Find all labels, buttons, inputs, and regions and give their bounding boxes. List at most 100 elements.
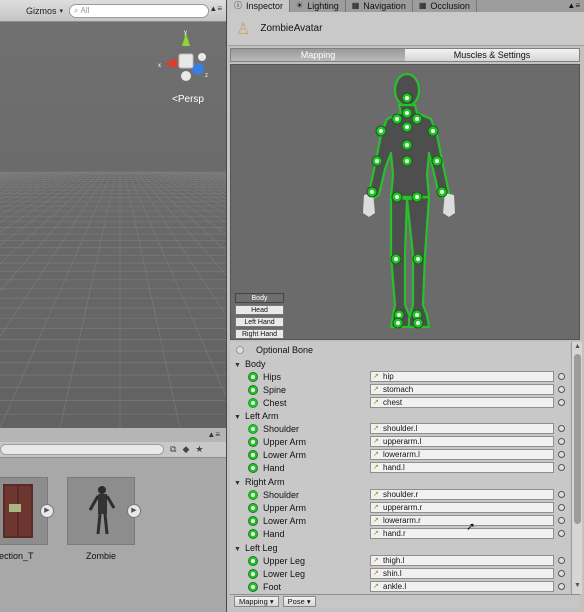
asset-tile[interactable]: ▶ section_T [0, 477, 54, 561]
bone-object-field[interactable]: lowerarm.l [370, 449, 554, 460]
bone-joint-center [415, 195, 419, 199]
tab-occlusion[interactable]: ▦ Occlusion [413, 0, 477, 12]
z-axis-cone[interactable] [192, 63, 204, 75]
bone-object-field[interactable]: shin.l [370, 568, 554, 579]
bone-object-field[interactable]: hand.r [370, 528, 554, 539]
scroll-up-icon[interactable]: ▲ [574, 343, 581, 350]
bone-joint-center [431, 129, 435, 133]
play-icon[interactable]: ▶ [127, 504, 141, 518]
filter-type-icon[interactable]: ⧉ [170, 444, 176, 455]
bone-object-field[interactable]: shoulder.r [370, 489, 554, 500]
bone-object-field[interactable]: shoulder.l [370, 423, 554, 434]
bone-object-field[interactable]: upperarm.l [370, 436, 554, 447]
x-axis-cone[interactable] [164, 58, 177, 68]
body-part-right-hand-button[interactable]: Right Hand [235, 329, 284, 339]
bone-joint-center [397, 313, 401, 317]
orientation-gizmo[interactable]: y x z [158, 30, 214, 86]
panel-menu-icon[interactable]: ▲≡ [567, 0, 584, 12]
object-picker-icon[interactable] [558, 464, 565, 471]
category-right-arm[interactable]: ▼ Right Arm [230, 475, 570, 488]
bone-label: Hand [263, 528, 285, 539]
persp-toggle[interactable]: <Persp [172, 94, 204, 105]
object-picker-icon[interactable] [558, 438, 565, 445]
bone-status-icon [248, 502, 258, 513]
category-body[interactable]: ▼ Body [230, 357, 570, 370]
bone-joint-center [370, 190, 374, 194]
bone-status-icon [248, 568, 258, 579]
tab-label: Lighting [307, 1, 339, 11]
bone-joint-center [435, 159, 439, 163]
inspector-bottom-bar: Mapping ▾ Pose ▾ [230, 594, 580, 608]
x-axis-label: x [158, 63, 161, 69]
object-picker-icon[interactable] [558, 530, 565, 537]
tab-navigation[interactable]: ▦ Navigation [346, 0, 413, 12]
object-picker-icon[interactable] [558, 451, 565, 458]
object-picker-icon[interactable] [558, 373, 565, 380]
neg-y-cone[interactable] [181, 71, 191, 81]
bone-object-field[interactable]: chest [370, 397, 554, 408]
bone-row: Lower Leg shin.l [230, 567, 570, 580]
filter-label-icon[interactable]: ◆ [182, 444, 189, 455]
object-picker-icon[interactable] [558, 491, 565, 498]
panel-menu-icon[interactable]: ▲≡ [209, 4, 222, 13]
scroll-down-icon[interactable]: ▼ [574, 582, 581, 589]
avatar-body-view[interactable]: Body Head Left Hand Right Hand [230, 64, 580, 340]
tab-lighting[interactable]: ☀ Lighting [290, 0, 346, 12]
bone-object-field[interactable]: upperarm.r [370, 502, 554, 513]
category-left-arm[interactable]: ▼ Left Arm [230, 409, 570, 422]
zombie-model-icon: ▶ [67, 477, 141, 545]
object-picker-icon[interactable] [558, 399, 565, 406]
bone-object-field[interactable]: ankle.l [370, 581, 554, 592]
bone-joint-center [375, 159, 379, 163]
scrollbar-thumb[interactable] [574, 354, 581, 524]
bone-object-field[interactable]: hand.l [370, 462, 554, 473]
mapping-mode-tabs: Mapping Muscles & Settings [230, 48, 580, 62]
favorite-star-icon[interactable]: ★ [195, 444, 203, 455]
body-part-body-button[interactable]: Body [235, 293, 284, 303]
bone-label: Shoulder [263, 423, 300, 434]
object-picker-icon[interactable] [558, 557, 565, 564]
bone-object-field[interactable]: hip [370, 371, 554, 382]
bone-object-field[interactable]: lowerarm.r [370, 515, 554, 526]
pose-dropdown[interactable]: Pose ▾ [282, 596, 316, 607]
panel-menu-icon[interactable]: ▲≡ [207, 430, 220, 439]
neg-x-cone[interactable] [198, 53, 206, 61]
object-picker-icon[interactable] [558, 425, 565, 432]
bone-row: Hips hip [230, 370, 570, 383]
object-picker-icon[interactable] [558, 386, 565, 393]
unity-editor-window: Gizmos ▾ ⌕ All ▲≡ y x z <Persp ▲≡ ⧉ ◆ ★ … [0, 0, 584, 612]
gizmo-center-cube[interactable] [178, 53, 194, 69]
bone-joint-center [379, 129, 383, 133]
tab-mapping[interactable]: Mapping [231, 49, 405, 61]
tab-muscles-settings[interactable]: Muscles & Settings [405, 49, 579, 61]
play-icon[interactable]: ▶ [40, 504, 54, 518]
category-left-leg[interactable]: ▼ Left Leg [230, 541, 570, 554]
bone-status-icon [248, 436, 258, 447]
object-picker-icon[interactable] [558, 570, 565, 577]
scene-view[interactable]: Gizmos ▾ ⌕ All ▲≡ y x z <Persp [0, 0, 227, 428]
bone-joint-center [416, 257, 420, 261]
asset-tile[interactable]: ▶ Zombie [67, 477, 141, 561]
tab-label: Occlusion [430, 1, 470, 11]
body-part-left-hand-button[interactable]: Left Hand [235, 317, 284, 327]
gizmos-dropdown[interactable]: Gizmos ▾ [26, 6, 63, 16]
asset-title: ZombieAvatar [260, 23, 323, 34]
mapping-dropdown[interactable]: Mapping ▾ [234, 596, 279, 607]
object-picker-icon[interactable] [558, 504, 565, 511]
scene-search-input[interactable]: ⌕ All [69, 3, 210, 18]
avatar-icon: ♙ [236, 20, 251, 38]
object-picker-icon[interactable] [558, 517, 565, 524]
bone-status-icon [248, 528, 258, 539]
tab-inspector[interactable]: ⓘ Inspector [228, 0, 291, 12]
body-part-head-button[interactable]: Head [235, 305, 284, 315]
optional-bone-status-icon [248, 397, 258, 408]
category-label: Right Arm [244, 476, 285, 487]
project-panel: ▲≡ ⧉ ◆ ★ ▶ section_T [0, 428, 227, 612]
bone-object-field[interactable]: stomach [370, 384, 554, 395]
scene-toolbar: Gizmos ▾ ⌕ All ▲≡ [0, 0, 226, 22]
bone-object-field[interactable]: thigh.l [370, 555, 554, 566]
object-picker-icon[interactable] [558, 583, 565, 590]
bone-list-scrollbar[interactable]: ▲ ▼ [571, 342, 582, 594]
chevron-down-icon: ▾ [306, 597, 311, 606]
project-search-input[interactable] [0, 444, 164, 455]
